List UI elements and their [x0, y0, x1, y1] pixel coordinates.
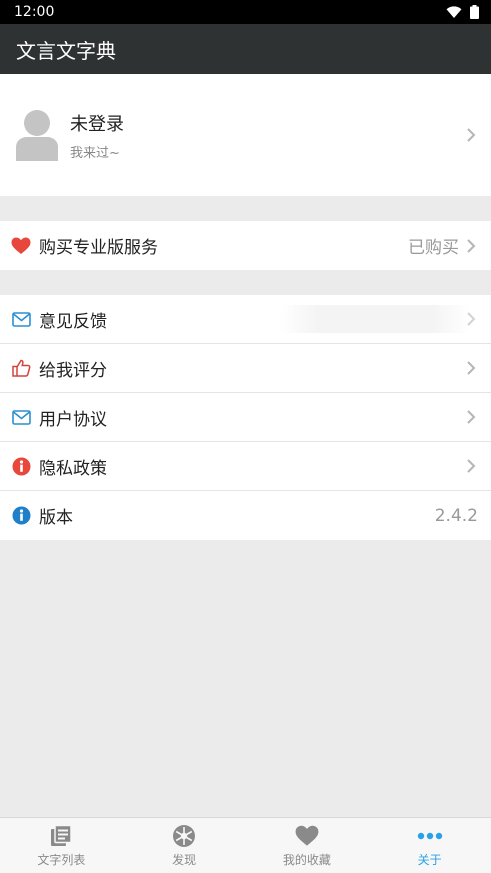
privacy-row[interactable]: 隐私政策: [0, 442, 491, 491]
profile-card[interactable]: 未登录 我来过~: [0, 74, 491, 196]
tab-about[interactable]: 关于: [368, 818, 491, 873]
tab-label: 关于: [417, 853, 442, 867]
app-bar: 文言文字典: [0, 24, 491, 74]
purchase-status: 已购买: [408, 238, 459, 258]
avatar-placeholder-icon: [14, 109, 60, 161]
chevron-right-icon: [467, 312, 476, 326]
tab-label: 文字列表: [37, 853, 86, 867]
agreement-row[interactable]: 用户协议: [0, 393, 491, 442]
info-red-icon: [11, 456, 31, 476]
chevron-right-icon: [467, 410, 476, 424]
mail-icon: [11, 407, 31, 427]
tab-label: 发现: [172, 853, 197, 867]
status-icons: [446, 5, 479, 19]
app-title: 文言文字典: [16, 38, 116, 63]
purchase-section: 购买专业版服务 已购买: [0, 221, 491, 270]
tab-discover[interactable]: 发现: [123, 818, 246, 873]
heart-icon: [11, 236, 31, 256]
rate-row[interactable]: 给我评分: [0, 344, 491, 393]
wifi-icon: [446, 5, 462, 18]
tab-word-list[interactable]: 文字列表: [0, 818, 123, 873]
chevron-right-icon: [467, 361, 476, 375]
tab-label: 我的收藏: [282, 853, 331, 867]
more-dots-icon: [417, 823, 443, 849]
version-row: 版本 2.4.2: [0, 491, 491, 540]
list-icon: [49, 823, 73, 849]
info-blue-icon: [11, 506, 31, 526]
chevron-right-icon: [467, 128, 476, 142]
version-label: 版本: [39, 508, 73, 528]
blurred-area: [280, 305, 470, 333]
purchase-pro-label: 购买专业版服务: [39, 238, 158, 258]
feedback-label: 意见反馈: [39, 311, 107, 332]
privacy-label: 隐私政策: [39, 458, 107, 479]
chevron-right-icon: [467, 459, 476, 473]
thumbs-up-icon: [11, 358, 31, 378]
menu-section: 意见反馈 给我评分 用户协议 隐私政策 版本 2.4.2: [0, 295, 491, 540]
chevron-right-icon: [467, 238, 476, 253]
status-bar: 12:00: [0, 0, 491, 24]
purchase-pro-row[interactable]: 购买专业版服务 已购买: [0, 221, 491, 270]
heart-icon: [295, 823, 319, 849]
mail-icon: [11, 309, 31, 329]
feedback-row[interactable]: 意见反馈: [0, 295, 491, 344]
aperture-icon: [172, 823, 196, 849]
battery-icon: [470, 5, 479, 19]
profile-name: 未登录: [70, 113, 124, 135]
profile-subtitle: 我来过~: [70, 145, 120, 161]
version-value: 2.4.2: [434, 505, 478, 526]
status-time: 12:00: [14, 4, 55, 20]
bottom-tab-bar: 文字列表 发现 我的收藏 关于: [0, 817, 491, 873]
tab-favorites[interactable]: 我的收藏: [246, 818, 369, 873]
agreement-label: 用户协议: [39, 409, 107, 430]
rate-label: 给我评分: [39, 360, 107, 381]
profile-text: 未登录 我来过~: [70, 110, 124, 161]
